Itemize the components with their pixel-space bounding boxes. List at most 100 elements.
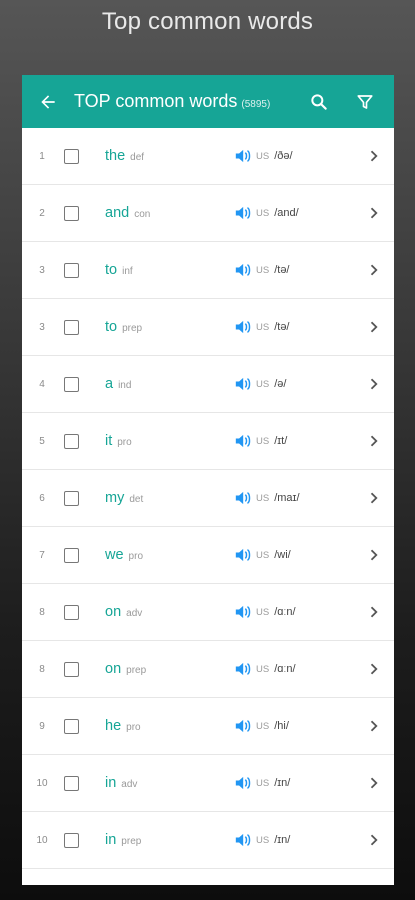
word-text: in xyxy=(105,832,117,848)
ipa-text: /ɪt/ xyxy=(274,435,288,447)
list-item[interactable]: 5 it pro US /ɪt/ xyxy=(22,413,394,470)
locale-label: US xyxy=(256,549,270,561)
page-title: TOP common words (5895) xyxy=(74,91,270,112)
speaker-icon[interactable] xyxy=(234,375,254,393)
list-item[interactable]: 10 in adv US /ɪn/ xyxy=(22,755,394,812)
locale-label: US xyxy=(256,207,270,219)
ipa-text: /hi/ xyxy=(274,720,289,732)
pronunciation: US /tə/ xyxy=(234,261,290,279)
list-item[interactable]: 4 a ind US /ə/ xyxy=(22,356,394,413)
word-checkbox[interactable] xyxy=(64,604,79,620)
list-item[interactable]: 8 on adv US /ɑːn/ xyxy=(22,584,394,641)
app-screen: TOP common words (5895) 1 the def US /ðə… xyxy=(22,75,394,885)
ipa-text: /ə/ xyxy=(274,378,287,390)
chevron-right-icon[interactable] xyxy=(368,720,380,732)
part-of-speech: con xyxy=(134,209,151,220)
chevron-right-icon[interactable] xyxy=(368,435,380,447)
word-checkbox[interactable] xyxy=(64,661,79,677)
chevron-right-icon[interactable] xyxy=(368,834,380,846)
word-checkbox[interactable] xyxy=(64,490,79,506)
list-item[interactable]: 3 to inf US /tə/ xyxy=(22,242,394,299)
word-entry: he pro xyxy=(105,718,141,734)
app-bar: TOP common words (5895) xyxy=(22,75,394,128)
word-checkbox[interactable] xyxy=(64,319,79,335)
locale-label: US xyxy=(256,720,270,732)
word-entry: the def xyxy=(105,148,144,164)
list-item[interactable]: 3 to prep US /tə/ xyxy=(22,299,394,356)
speaker-icon[interactable] xyxy=(234,831,254,849)
ipa-text: /ɑːn/ xyxy=(274,663,296,675)
speaker-icon[interactable] xyxy=(234,603,254,621)
chevron-right-icon[interactable] xyxy=(368,606,380,618)
chevron-right-icon[interactable] xyxy=(368,378,380,390)
word-checkbox[interactable] xyxy=(64,433,79,449)
list-item[interactable]: 7 we pro US /wi/ xyxy=(22,527,394,584)
rank-number: 3 xyxy=(39,321,45,333)
speaker-icon[interactable] xyxy=(234,660,254,678)
rank-number: 8 xyxy=(39,663,45,675)
word-entry: in prep xyxy=(105,832,141,848)
search-button[interactable] xyxy=(296,75,342,128)
word-checkbox[interactable] xyxy=(64,718,79,734)
pronunciation: US /wi/ xyxy=(234,546,291,564)
chevron-right-icon[interactable] xyxy=(368,549,380,561)
filter-button[interactable] xyxy=(342,75,388,128)
list-item[interactable]: 10 in prep US /ɪn/ xyxy=(22,812,394,869)
chevron-right-icon[interactable] xyxy=(368,492,380,504)
pronunciation: US /ɑːn/ xyxy=(234,660,296,678)
pronunciation: US /maɪ/ xyxy=(234,489,300,507)
locale-label: US xyxy=(256,321,270,333)
word-entry: my det xyxy=(105,490,143,506)
part-of-speech: prep xyxy=(122,323,143,334)
word-text: on xyxy=(105,661,122,677)
speaker-icon[interactable] xyxy=(234,204,254,222)
word-entry: to prep xyxy=(105,319,142,335)
word-checkbox[interactable] xyxy=(64,205,79,221)
word-text: it xyxy=(105,433,113,449)
word-checkbox[interactable] xyxy=(64,832,79,848)
back-button[interactable] xyxy=(22,75,74,128)
list-item[interactable]: 9 he pro US /hi/ xyxy=(22,698,394,755)
pronunciation: US /ɑːn/ xyxy=(234,603,296,621)
chevron-right-icon[interactable] xyxy=(368,264,380,276)
word-checkbox[interactable] xyxy=(64,775,79,791)
part-of-speech: def xyxy=(130,152,145,163)
speaker-icon[interactable] xyxy=(234,261,254,279)
part-of-speech: adv xyxy=(121,779,138,790)
chevron-right-icon[interactable] xyxy=(368,150,380,162)
word-text: in xyxy=(105,775,117,791)
speaker-icon[interactable] xyxy=(234,717,254,735)
ipa-text: /and/ xyxy=(274,207,299,219)
word-checkbox[interactable] xyxy=(64,547,79,563)
search-icon xyxy=(311,93,327,110)
speaker-icon[interactable] xyxy=(234,147,254,165)
word-checkbox[interactable] xyxy=(64,376,79,392)
ipa-text: /tə/ xyxy=(274,264,290,276)
chevron-right-icon[interactable] xyxy=(368,321,380,333)
word-entry: on adv xyxy=(105,604,142,620)
word-text: and xyxy=(105,205,130,221)
word-entry: it pro xyxy=(105,433,132,449)
speaker-icon[interactable] xyxy=(234,774,254,792)
list-item[interactable]: 6 my det US /maɪ/ xyxy=(22,470,394,527)
speaker-icon[interactable] xyxy=(234,546,254,564)
screen-caption: Top common words xyxy=(101,8,314,35)
rank-number: 3 xyxy=(39,264,45,276)
speaker-icon[interactable] xyxy=(234,318,254,336)
ipa-text: /maɪ/ xyxy=(274,492,300,504)
chevron-right-icon[interactable] xyxy=(368,663,380,675)
pronunciation: US /tə/ xyxy=(234,318,290,336)
part-of-speech: prep xyxy=(126,665,147,676)
speaker-icon[interactable] xyxy=(234,489,254,507)
list-item[interactable]: 2 and con US /and/ xyxy=(22,185,394,242)
locale-label: US xyxy=(256,264,270,276)
word-entry: in adv xyxy=(105,775,137,791)
chevron-right-icon[interactable] xyxy=(368,207,380,219)
chevron-right-icon[interactable] xyxy=(368,777,380,789)
word-checkbox[interactable] xyxy=(64,262,79,278)
word-text: to xyxy=(105,262,118,278)
speaker-icon[interactable] xyxy=(234,432,254,450)
list-item[interactable]: 1 the def US /ðə/ xyxy=(22,128,394,185)
word-checkbox[interactable] xyxy=(64,148,79,164)
list-item[interactable]: 8 on prep US /ɑːn/ xyxy=(22,641,394,698)
